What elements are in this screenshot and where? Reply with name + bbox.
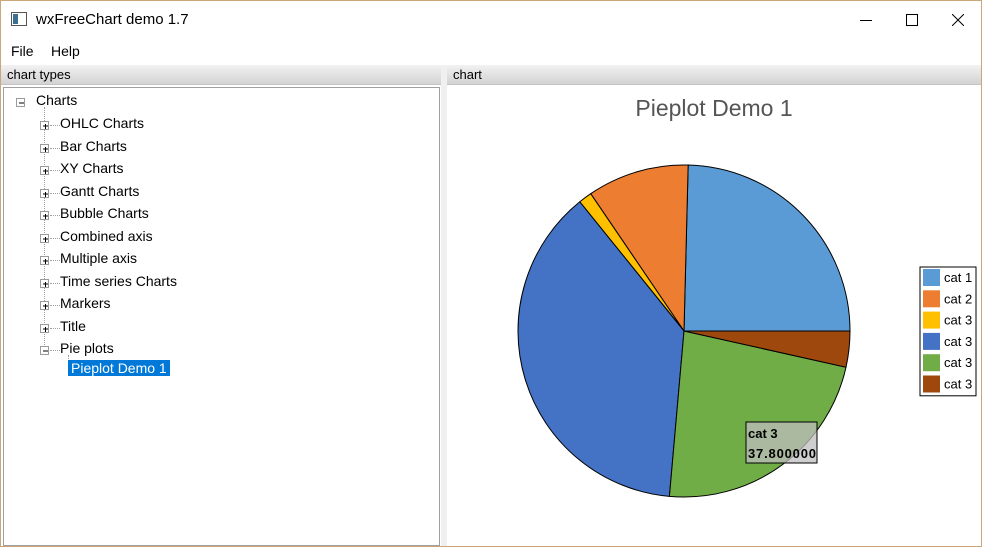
expand-icon[interactable] <box>40 188 49 198</box>
menu-help[interactable]: Help <box>51 43 80 59</box>
tree-item-label: Multiple axis <box>60 250 138 266</box>
menu-bar: File Help <box>1 39 981 63</box>
tree-item-label: Gantt Charts <box>60 182 140 199</box>
tree-item-label: Markers <box>60 295 111 311</box>
expand-icon[interactable] <box>40 143 49 153</box>
close-icon <box>952 14 964 26</box>
legend-label: cat 2 <box>944 291 972 306</box>
collapse-icon[interactable] <box>40 346 49 355</box>
legend-swatch <box>923 290 940 308</box>
window-title: wxFreeChart demo 1.7 <box>36 11 189 28</box>
legend-label: cat 3 <box>944 313 972 328</box>
legend-label: cat 3 <box>944 355 972 370</box>
legend-label: cat 3 <box>944 334 972 349</box>
expand-icon[interactable] <box>40 166 49 175</box>
tree-connector <box>50 237 60 239</box>
expand-icon[interactable] <box>40 233 49 243</box>
tree-item-label: Bar Charts <box>60 137 127 154</box>
tree-item-label: XY Charts <box>60 160 124 176</box>
tree-item-label: Combined axis <box>60 227 153 244</box>
tree-connector <box>50 170 60 171</box>
chart-title: Pieplot Demo 1 <box>635 95 792 121</box>
close-button[interactable] <box>935 1 981 39</box>
tree-connector <box>50 215 60 216</box>
chart-header: chart <box>447 65 981 85</box>
pie-slice[interactable] <box>683 164 851 332</box>
tree-item-label: Title <box>60 317 86 334</box>
panel-splitter[interactable] <box>441 65 447 546</box>
tree-connector <box>50 282 60 284</box>
tree-connector <box>50 260 60 261</box>
tree-connector <box>50 192 60 194</box>
tooltip-label: cat 3 <box>748 426 778 441</box>
tree-item-label: Pie plots <box>60 340 114 356</box>
tree-item-label: Bubble Charts <box>60 205 149 221</box>
tree-connector <box>50 305 60 306</box>
tree-item-label: Time series Charts <box>60 272 177 289</box>
collapse-icon[interactable] <box>16 98 25 107</box>
tree-item-label: OHLC Charts <box>60 115 145 131</box>
tree-item-selected-label: Pieplot Demo 1 <box>68 360 170 376</box>
legend-swatch <box>923 311 940 329</box>
chart-area: Pieplot Demo 1 cat 1 cat 2 cat 3 cat 3 cat 3… <box>448 87 981 546</box>
tree-connector <box>50 125 60 126</box>
expand-icon[interactable] <box>40 121 49 130</box>
expand-icon[interactable] <box>40 211 49 220</box>
expand-icon[interactable] <box>40 278 49 288</box>
tree-connector <box>50 147 60 149</box>
maximize-button[interactable] <box>889 1 935 39</box>
legend-label: cat 3 <box>944 377 972 392</box>
legend-swatch <box>923 354 940 372</box>
menu-file[interactable]: File <box>11 43 34 59</box>
legend-swatch <box>923 332 940 350</box>
expand-icon[interactable] <box>40 256 49 265</box>
minimize-icon <box>860 20 872 21</box>
app-window: wxFreeChart demo 1.7 File Help chart typ… <box>0 0 982 547</box>
pie-chart: Pieplot Demo 1 cat 1 cat 2 cat 3 cat 3 cat 3… <box>517 95 977 498</box>
app-icon <box>11 12 27 26</box>
tree-root-label: Charts <box>36 92 78 108</box>
tooltip-value: 37.800000 <box>748 446 816 461</box>
expand-icon[interactable] <box>40 323 49 333</box>
chart-types-tree[interactable]: Charts OHLC Charts Bar Charts XY Charts Gan… <box>3 87 440 546</box>
tree-connector <box>50 327 60 329</box>
maximize-icon <box>906 14 918 26</box>
legend-label: cat 1 <box>944 270 972 285</box>
chart-types-header: chart types <box>1 65 441 85</box>
legend-swatch <box>923 269 940 286</box>
expand-icon[interactable] <box>40 301 49 310</box>
legend-swatch <box>923 375 940 393</box>
title-bar: wxFreeChart demo 1.7 <box>1 1 981 39</box>
minimize-button[interactable] <box>843 1 889 39</box>
tree-connector <box>50 350 60 351</box>
